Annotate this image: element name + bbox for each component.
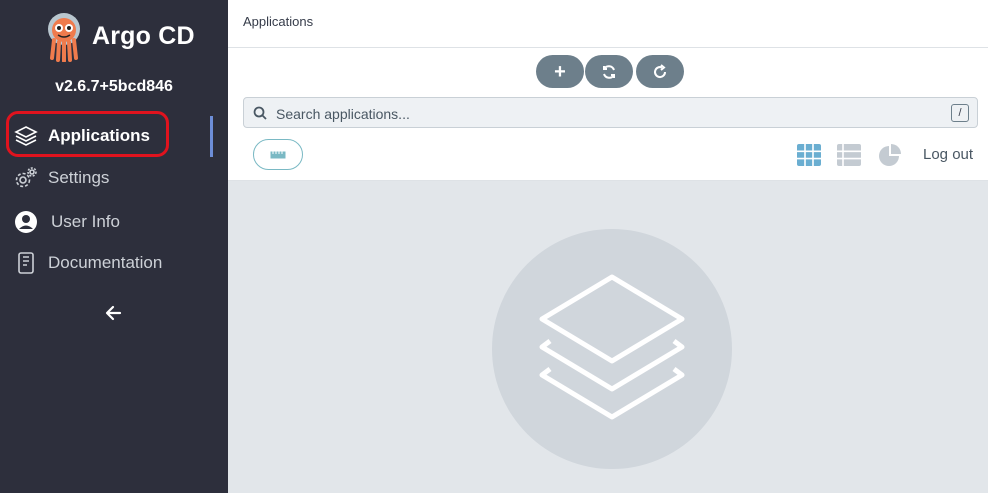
filters-toggle-button[interactable]: [253, 139, 303, 170]
refresh-icon: [654, 63, 667, 78]
version-label: v2.6.7+5bcd846: [55, 78, 173, 95]
new-app-button[interactable]: +: [536, 55, 584, 88]
sidebar-item-label: Settings: [48, 168, 110, 187]
search-shortcut-key: /: [951, 104, 969, 122]
sidebar-item-label: Documentation: [48, 253, 163, 272]
sidebar-item-settings[interactable]: Settings: [14, 163, 109, 193]
user-circle-icon: [14, 210, 38, 234]
book-icon: [14, 251, 38, 275]
layers-icon: [14, 124, 38, 148]
toolbar: + /: [228, 48, 988, 181]
list-view-icon[interactable]: [837, 144, 861, 166]
sidebar-item-label: User Info: [51, 212, 120, 231]
brand-title: Argo CD: [92, 22, 195, 50]
layers-icon: [539, 274, 685, 420]
ruler-icon: [270, 150, 286, 158]
sidebar-item-documentation[interactable]: Documentation: [14, 248, 162, 278]
empty-state-illustration: [492, 229, 732, 469]
sidebar-item-label: Applications: [48, 126, 151, 145]
tiles-view-icon[interactable]: [797, 144, 821, 166]
active-indicator: [210, 116, 213, 157]
search-bar: /: [243, 97, 978, 128]
applications-content: [228, 181, 988, 493]
plus-icon: +: [554, 60, 566, 83]
refresh-apps-button[interactable]: [636, 55, 684, 88]
breadcrumb: Applications: [243, 14, 314, 29]
argo-octopus-logo: [48, 13, 80, 62]
search-icon: [253, 106, 267, 120]
sync-icon: [603, 64, 615, 79]
sidebar-item-user-info[interactable]: User Info: [14, 207, 120, 237]
top-bar: Applications: [228, 0, 988, 48]
sync-apps-button[interactable]: [585, 55, 633, 88]
gears-icon: [14, 166, 38, 190]
sidebar: Argo CD v2.6.7+5bcd846 Applications Sett…: [0, 0, 228, 493]
arrow-left-icon[interactable]: [103, 302, 125, 324]
logout-link[interactable]: Log out: [923, 146, 973, 163]
main-area: Applications + /: [228, 0, 988, 493]
pie-chart-icon[interactable]: [877, 144, 905, 168]
search-input[interactable]: [274, 103, 938, 125]
sidebar-item-applications[interactable]: Applications: [14, 121, 150, 151]
